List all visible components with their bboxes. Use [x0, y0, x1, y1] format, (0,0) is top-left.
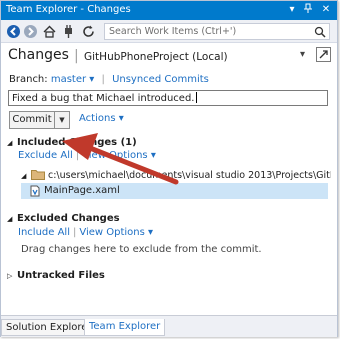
toolbar: Search Work Items (Ctrl+') — [1, 20, 337, 43]
branch-separator: | — [101, 74, 105, 85]
refresh-icon[interactable] — [81, 24, 96, 39]
xaml-file-icon — [29, 185, 41, 197]
search-placeholder: Search Work Items (Ctrl+') — [109, 26, 237, 37]
branch-row: Branch: master ▾ | Unsynced Commits — [9, 74, 209, 85]
unsynced-commits-link[interactable]: Unsynced Commits — [112, 74, 209, 85]
file-name: MainPage.xaml — [44, 185, 120, 196]
exclude-all-link[interactable]: Exclude All — [18, 150, 73, 161]
collapse-triangle-icon[interactable]: ◢ — [7, 215, 15, 223]
included-changes-title: Included Changes (1) — [17, 137, 137, 148]
folder-path: c:\users\michael\documents\visual studio… — [48, 170, 331, 181]
commit-message-input[interactable]: Fixed a bug that Michael introduced. — [8, 90, 328, 106]
header-separator: | — [74, 48, 79, 64]
untracked-files-title: Untracked Files — [17, 270, 105, 281]
folder-icon — [31, 169, 45, 180]
include-all-link[interactable]: Include All — [18, 227, 70, 238]
folder-row[interactable]: ◢ c:\users\michael\documents\visual studi… — [21, 169, 331, 181]
tab-solution-explorer[interactable]: Solution Explorer — [1, 319, 97, 336]
changes-header: Changes | GitHubPhoneProject (Local) ▾ — [8, 47, 334, 67]
included-changes-section[interactable]: ◢ Included Changes (1) — [7, 137, 137, 148]
back-icon[interactable] — [6, 24, 21, 39]
excluded-links: Include All | View Options ▾ — [18, 227, 154, 238]
tab-team-explorer[interactable]: Team Explorer — [84, 319, 166, 336]
window-menu-icon[interactable]: ▾ — [285, 3, 299, 17]
navigate-dropdown-icon[interactable]: ▾ — [300, 49, 305, 60]
forward-icon[interactable] — [23, 24, 38, 39]
file-row-mainpage[interactable]: MainPage.xaml — [21, 183, 328, 199]
connect-plug-icon[interactable] — [61, 24, 76, 39]
branch-dropdown-icon[interactable]: ▾ — [86, 74, 94, 85]
close-icon[interactable]: ✕ — [319, 3, 333, 17]
search-work-items-input[interactable]: Search Work Items (Ctrl+') — [104, 23, 330, 40]
window-title: Team Explorer - Changes — [6, 4, 131, 15]
expand-triangle-icon[interactable]: ▷ — [7, 272, 15, 280]
team-explorer-window: Team Explorer - Changes ▾ ✕ Search Work … — [0, 0, 338, 337]
excluded-changes-title: Excluded Changes — [17, 213, 120, 224]
included-links: Exclude All | View Options ▾ — [18, 150, 156, 161]
folder-expander-icon[interactable]: ◢ — [21, 172, 29, 180]
home-icon[interactable] — [42, 24, 57, 39]
collapse-triangle-icon[interactable]: ◢ — [7, 139, 15, 147]
commit-button[interactable]: Commit — [9, 111, 55, 129]
bottom-tab-strip: Solution Explorer Team Explorer — [1, 315, 337, 337]
untracked-files-section[interactable]: ▷ Untracked Files — [7, 270, 105, 281]
search-icon[interactable] — [314, 26, 326, 38]
commit-dropdown-icon[interactable]: ▼ — [55, 111, 70, 129]
view-options-link[interactable]: View Options ▾ — [79, 227, 153, 238]
view-options-link[interactable]: View Options ▾ — [82, 150, 156, 161]
popout-icon[interactable] — [316, 47, 331, 62]
branch-name-link[interactable]: master — [51, 74, 86, 85]
actions-menu[interactable]: Actions ▾ — [79, 113, 124, 124]
pin-icon[interactable] — [301, 3, 315, 17]
page-title: Changes — [8, 47, 69, 63]
title-bar: Team Explorer - Changes ▾ ✕ — [1, 1, 337, 20]
project-name: GitHubPhoneProject (Local) — [84, 51, 228, 63]
excluded-changes-section[interactable]: ◢ Excluded Changes — [7, 213, 120, 224]
text-caret — [195, 92, 197, 103]
branch-label: Branch: — [9, 74, 48, 85]
commit-message-text: Fixed a bug that Michael introduced. — [12, 93, 195, 104]
excluded-drop-hint: Drag changes here to exclude from the co… — [21, 244, 262, 255]
